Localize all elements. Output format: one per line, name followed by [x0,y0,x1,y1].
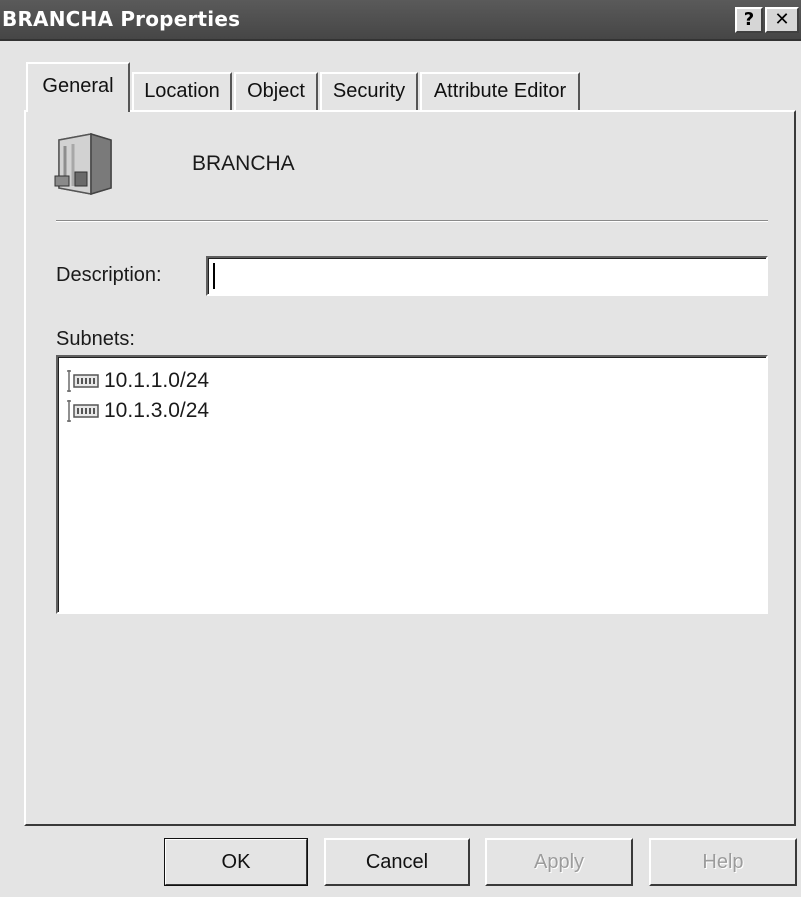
ok-button[interactable]: OK [164,838,308,886]
help-button[interactable]: Help [649,838,797,886]
subnet-icon [67,400,99,422]
tab-security[interactable]: Security [320,72,418,110]
site-name: BRANCHA [192,152,295,175]
description-label: Description: [56,264,162,286]
subnet-icon [67,370,99,392]
text-caret [213,263,215,289]
tab-object[interactable]: Object [234,72,318,110]
description-field[interactable] [206,256,768,296]
tab-general[interactable]: General [26,62,130,112]
cancel-button[interactable]: Cancel [324,838,470,886]
subnets-label: Subnets: [56,328,135,350]
tab-location[interactable]: Location [132,72,232,110]
subnet-name: 10.1.1.0/24 [104,369,210,392]
subnet-name: 10.1.3.0/24 [104,399,210,422]
site-server-icon [54,132,112,196]
subnets-list[interactable]: 10.1.1.0/24 10.1.3.0/24 [56,355,768,614]
apply-button[interactable]: Apply [485,838,633,886]
tab-attribute-editor[interactable]: Attribute Editor [420,72,580,110]
properties-dialog: BRANCHA Properties ? ✕ General Location … [0,0,801,897]
tab-strip: General Location Object Security Attribu… [0,0,801,120]
separator [56,220,768,222]
